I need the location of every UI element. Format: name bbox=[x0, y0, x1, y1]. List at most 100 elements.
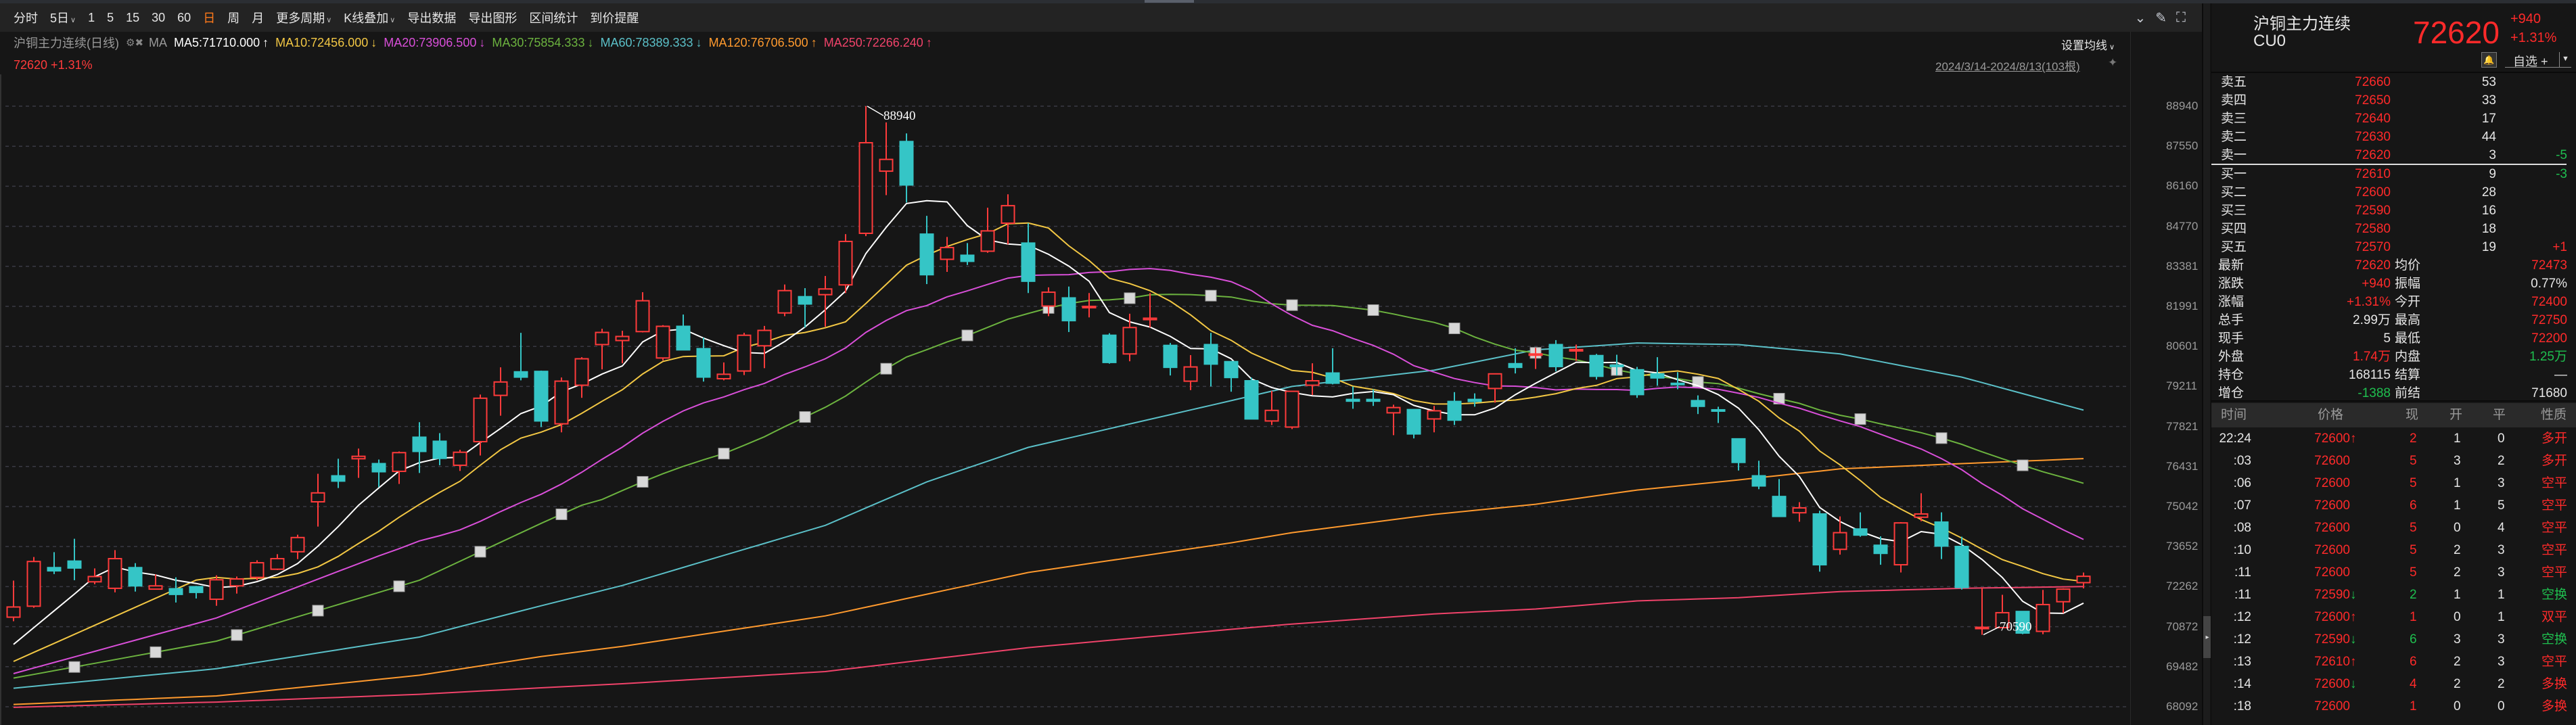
candle[interactable] bbox=[777, 284, 792, 317]
candle[interactable] bbox=[250, 560, 264, 580]
candle[interactable] bbox=[513, 333, 528, 381]
candle[interactable] bbox=[1914, 493, 1929, 521]
candle[interactable] bbox=[1386, 404, 1401, 436]
candle[interactable] bbox=[737, 333, 752, 375]
candle[interactable] bbox=[1548, 340, 1563, 372]
level-price[interactable]: 72660 bbox=[2355, 73, 2391, 91]
candle[interactable] bbox=[1833, 516, 1847, 555]
candle[interactable] bbox=[6, 580, 21, 622]
candle[interactable] bbox=[534, 370, 549, 427]
candle[interactable] bbox=[676, 314, 691, 351]
candle[interactable] bbox=[310, 473, 325, 527]
candle[interactable] bbox=[1285, 390, 1300, 429]
candle[interactable] bbox=[1143, 293, 1157, 328]
candle[interactable] bbox=[798, 288, 812, 328]
candle[interactable] bbox=[1772, 479, 1787, 517]
candle[interactable] bbox=[189, 586, 204, 599]
candle[interactable] bbox=[290, 534, 305, 559]
candle[interactable] bbox=[2056, 588, 2071, 613]
candle[interactable] bbox=[635, 292, 650, 333]
candle[interactable] bbox=[615, 331, 630, 364]
candle[interactable] bbox=[940, 237, 954, 273]
candle[interactable] bbox=[1183, 355, 1198, 390]
candle[interactable] bbox=[757, 325, 772, 369]
candle[interactable] bbox=[1488, 373, 1502, 403]
candle[interactable] bbox=[1934, 512, 1949, 559]
candle[interactable] bbox=[209, 575, 224, 606]
candle[interactable] bbox=[1224, 360, 1239, 392]
candle[interactable] bbox=[26, 557, 41, 608]
favorite-dropdown-icon[interactable]: ▼ bbox=[2559, 52, 2571, 68]
candle[interactable] bbox=[371, 459, 386, 488]
add-favorite-button[interactable]: 自选 + ▼ bbox=[2505, 52, 2571, 68]
candle[interactable] bbox=[412, 422, 427, 473]
candle[interactable] bbox=[1102, 333, 1117, 364]
candle[interactable] bbox=[1305, 363, 1320, 396]
candle[interactable] bbox=[1264, 390, 1279, 425]
alert-bell-button[interactable]: 🔔 bbox=[2481, 52, 2497, 68]
candle[interactable] bbox=[899, 133, 914, 203]
candle[interactable] bbox=[1975, 587, 1990, 635]
candle[interactable] bbox=[574, 357, 589, 398]
candle[interactable] bbox=[1021, 223, 1036, 294]
candle[interactable] bbox=[1812, 511, 1827, 572]
candle[interactable] bbox=[696, 337, 711, 382]
candle[interactable] bbox=[1792, 502, 1807, 522]
candle[interactable] bbox=[1650, 357, 1665, 386]
candle[interactable] bbox=[331, 459, 346, 488]
candle[interactable] bbox=[1508, 348, 1523, 374]
candle[interactable] bbox=[453, 450, 467, 471]
candle[interactable] bbox=[656, 325, 670, 360]
candle[interactable] bbox=[1122, 313, 1137, 362]
candle[interactable] bbox=[493, 367, 508, 416]
candle[interactable] bbox=[595, 329, 610, 370]
candle[interactable] bbox=[1244, 377, 1259, 420]
level-price[interactable]: 72600 bbox=[2355, 183, 2391, 202]
candle[interactable] bbox=[980, 208, 995, 253]
level-price[interactable]: 72570 bbox=[2355, 238, 2391, 256]
candlestick-chart[interactable]: 88940 70590 bbox=[0, 0, 2131, 725]
candle[interactable] bbox=[919, 216, 934, 285]
level-price[interactable]: 72650 bbox=[2355, 91, 2391, 110]
level-price[interactable]: 72610 bbox=[2355, 165, 2391, 183]
candle[interactable] bbox=[67, 538, 82, 580]
candle[interactable] bbox=[1690, 395, 1705, 415]
candle[interactable] bbox=[1406, 408, 1421, 439]
fullscreen-icon[interactable]: ⛶ bbox=[2176, 10, 2186, 26]
candle[interactable] bbox=[1711, 406, 1726, 423]
candle[interactable] bbox=[554, 377, 569, 433]
level-price[interactable]: 72630 bbox=[2355, 128, 2391, 146]
candle[interactable] bbox=[1873, 536, 1888, 565]
candle[interactable] bbox=[1163, 343, 1178, 376]
level-price[interactable]: 72580 bbox=[2355, 220, 2391, 238]
candle[interactable] bbox=[1447, 392, 1462, 425]
circle-chevron-down-icon[interactable]: ⌄ bbox=[2134, 9, 2146, 26]
candle[interactable] bbox=[1061, 286, 1076, 332]
candle[interactable] bbox=[1731, 438, 1746, 471]
candle[interactable] bbox=[2036, 590, 2050, 634]
candle[interactable] bbox=[879, 122, 894, 195]
candle[interactable] bbox=[351, 448, 366, 478]
candle[interactable] bbox=[229, 576, 244, 594]
candle[interactable] bbox=[432, 433, 447, 465]
candle[interactable] bbox=[1325, 348, 1340, 385]
candle[interactable] bbox=[838, 234, 853, 294]
candle[interactable] bbox=[1853, 512, 1868, 537]
level-price[interactable]: 72620 bbox=[2355, 146, 2391, 164]
brush-icon[interactable]: ✎ bbox=[2155, 9, 2167, 26]
candle[interactable] bbox=[392, 451, 407, 484]
candle[interactable] bbox=[1346, 386, 1360, 409]
candle[interactable] bbox=[1954, 536, 1969, 590]
candle[interactable] bbox=[1893, 521, 1908, 573]
candle[interactable] bbox=[858, 106, 873, 237]
candle[interactable] bbox=[108, 550, 122, 592]
level-price[interactable]: 72590 bbox=[2355, 202, 2391, 220]
candle[interactable] bbox=[87, 568, 102, 584]
candle[interactable] bbox=[1203, 333, 1218, 387]
candle[interactable] bbox=[960, 243, 975, 265]
candle[interactable] bbox=[1001, 194, 1015, 245]
candle[interactable] bbox=[1630, 367, 1644, 398]
candle[interactable] bbox=[1589, 354, 1604, 380]
candle[interactable] bbox=[716, 362, 731, 381]
candle[interactable] bbox=[1467, 393, 1482, 407]
